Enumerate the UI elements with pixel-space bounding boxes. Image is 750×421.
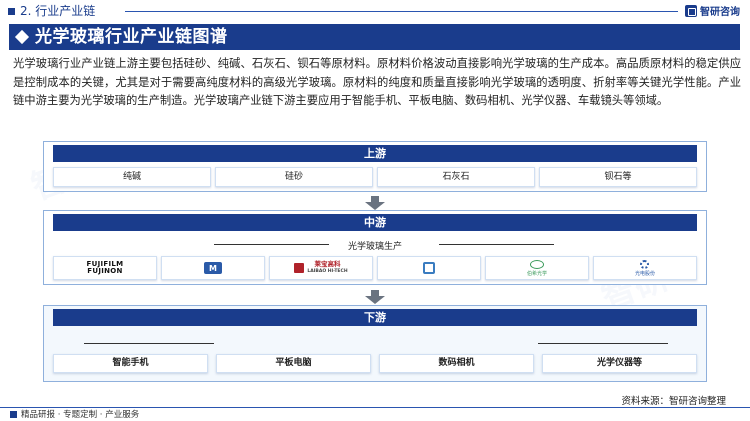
divider-line xyxy=(538,343,668,344)
downstream-title: 下游 xyxy=(53,309,697,326)
page-title-banner: 光学玻璃行业产业链图谱 xyxy=(9,24,740,50)
header-divider xyxy=(125,11,678,12)
downstream-items: 智能手机 平板电脑 数码相机 光学仪器等 xyxy=(53,354,697,373)
laibao-logo-text: 莱宝高科 LAIBAO HI-TECH xyxy=(307,260,348,275)
footer-text: 精品研报 · 专题定制 · 产业服务 xyxy=(21,410,140,420)
section-title: 2. 行业产业链 xyxy=(20,4,96,18)
brand-logo: 智研咨询 xyxy=(685,3,740,18)
page-title: 光学玻璃行业产业链图谱 xyxy=(35,27,228,47)
diamond-icon xyxy=(14,29,30,45)
section-marker xyxy=(8,8,15,15)
upstream-item: 钡石等 xyxy=(539,167,697,187)
midstream-panel: 中游 光学玻璃生产 FUJIFILM FUJINON M 莱宝高科 LAIBAO… xyxy=(43,210,707,285)
arrow-down-icon xyxy=(365,196,385,210)
company-logo-fujifilm: FUJIFILM FUJINON xyxy=(53,256,157,280)
brand-logo-icon xyxy=(685,4,697,17)
midstream-label: 光学玻璃生产 xyxy=(347,242,402,252)
boxi-logo-text: 伯希光学 xyxy=(526,270,547,277)
fujifilm-logo: FUJIFILM FUJINON xyxy=(86,260,124,275)
company-logo-guangdian: 光电股份 xyxy=(593,256,697,280)
upstream-panel: 上游 纯碱 硅砂 石灰石 钡石等 xyxy=(43,141,707,192)
source-note: 资料来源：智研咨询整理 xyxy=(621,396,726,407)
upstream-items: 纯碱 硅砂 石灰石 钡石等 xyxy=(53,167,697,187)
company-logo-icon xyxy=(423,262,435,274)
divider-line xyxy=(84,343,214,344)
downstream-item: 光学仪器等 xyxy=(542,354,697,373)
boxi-logo-icon xyxy=(529,259,544,269)
laibao-logo-icon xyxy=(294,263,305,273)
m-logo-icon: M xyxy=(204,262,222,274)
upstream-title: 上游 xyxy=(53,145,697,162)
midstream-title: 中游 xyxy=(53,214,697,231)
company-logo-laibao: 莱宝高科 LAIBAO HI-TECH xyxy=(269,256,373,280)
gear-logo-icon xyxy=(640,259,650,269)
footer-marker xyxy=(10,410,17,418)
company-logo-m: M xyxy=(161,256,265,280)
divider-line xyxy=(439,244,554,245)
brand-logo-text: 智研咨询 xyxy=(700,7,740,18)
top-header: 2. 行业产业链 智研咨询 xyxy=(0,0,750,22)
guangdian-logo-text: 光电股份 xyxy=(634,270,655,277)
upstream-item: 纯碱 xyxy=(53,167,211,187)
upstream-item: 石灰石 xyxy=(377,167,535,187)
arrow-down-icon xyxy=(365,290,385,304)
upstream-item: 硅砂 xyxy=(215,167,373,187)
company-logo-blue xyxy=(377,256,481,280)
downstream-item: 智能手机 xyxy=(53,354,208,373)
intro-paragraph: 光学玻璃行业产业链上游主要包括硅砂、纯碱、石灰石、钡石等原材料。原材料价格波动直… xyxy=(13,57,741,108)
company-logo-boxi: 伯希光学 xyxy=(485,256,589,280)
footer: 精品研报 · 专题定制 · 产业服务 xyxy=(10,407,139,421)
downstream-item: 平板电脑 xyxy=(216,354,371,373)
downstream-panel: 下游 智能手机 平板电脑 数码相机 光学仪器等 xyxy=(43,305,707,382)
company-logos: FUJIFILM FUJINON M 莱宝高科 LAIBAO HI-TECH 伯… xyxy=(53,256,697,280)
downstream-item: 数码相机 xyxy=(379,354,534,373)
